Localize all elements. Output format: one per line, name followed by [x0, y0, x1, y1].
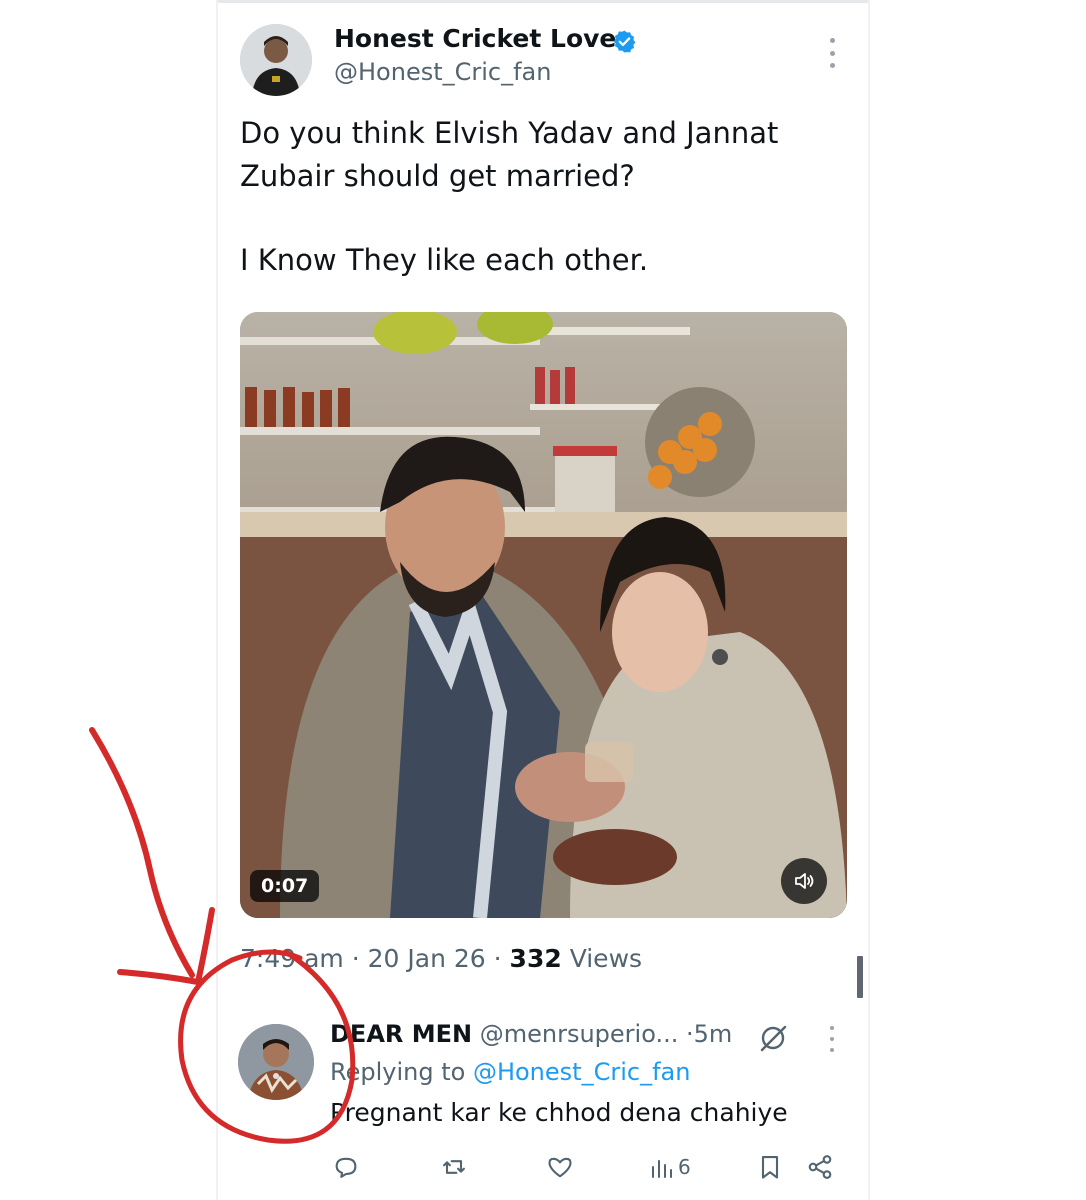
scrollbar-thumb[interactable]	[857, 956, 863, 998]
verified-badge-icon	[612, 29, 637, 54]
tweet-text: Do you think Elvish Yadav and Jannat Zub…	[240, 112, 840, 282]
reply-text: Pregnant kar ke chhod dena chahiye	[330, 1098, 788, 1127]
tweet-text-line-2: I Know They like each other.	[240, 243, 649, 277]
reply-action-bar: 6	[0, 1150, 1086, 1184]
right-border	[868, 0, 870, 1200]
annotation-arrow	[89, 727, 215, 985]
heart-icon[interactable]	[546, 1150, 574, 1184]
tweet-meta: 7:49 am · 20 Jan 26 · 332 Views	[240, 944, 642, 973]
reply-separator: ·	[686, 1020, 694, 1048]
tweet-text-line-1: Do you think Elvish Yadav and Jannat Zub…	[240, 116, 779, 193]
replying-handle-link[interactable]: @Honest_Cric_fan	[473, 1058, 690, 1086]
meta-separator: ·	[493, 944, 502, 973]
more-dots-icon[interactable]	[822, 38, 842, 68]
author-display-name[interactable]: Honest Cricket Lover	[334, 24, 629, 53]
more-dots-icon[interactable]	[823, 1026, 841, 1052]
reply-author-avatar[interactable]	[238, 1024, 314, 1100]
author-handle[interactable]: @Honest_Cric_fan	[334, 58, 551, 86]
video-player[interactable]: 0:07	[240, 312, 847, 918]
tweet-time[interactable]: 7:49 am	[240, 944, 344, 973]
video-frame	[240, 312, 847, 918]
reply-age[interactable]: 5m	[694, 1020, 733, 1048]
share-icon[interactable]	[806, 1150, 834, 1184]
replying-prefix: Replying to	[330, 1058, 466, 1086]
comment-icon[interactable]	[332, 1150, 360, 1184]
views-label: Views	[569, 944, 643, 973]
views-count: 332	[509, 944, 562, 973]
muted-icon	[758, 1023, 788, 1053]
analytics-icon[interactable]: 6	[650, 1150, 691, 1184]
author-avatar[interactable]	[240, 24, 312, 96]
reply-display-name[interactable]: DEAR MEN	[330, 1020, 472, 1048]
tweet-date[interactable]: 20 Jan 26	[368, 944, 486, 973]
retweet-icon[interactable]	[440, 1150, 468, 1184]
video-duration: 0:07	[250, 870, 320, 902]
top-divider	[216, 0, 870, 3]
reply-handle[interactable]: @menrsuperio...	[480, 1020, 679, 1048]
replying-to: Replying to @Honest_Cric_fan	[330, 1058, 690, 1086]
reply-views-count: 6	[678, 1155, 691, 1179]
left-border	[216, 0, 218, 1200]
bookmark-icon[interactable]	[756, 1150, 784, 1184]
meta-separator: ·	[351, 944, 360, 973]
speaker-icon[interactable]	[781, 858, 827, 904]
reply-header: DEAR MEN @menrsuperio... ·5m	[330, 1020, 732, 1048]
